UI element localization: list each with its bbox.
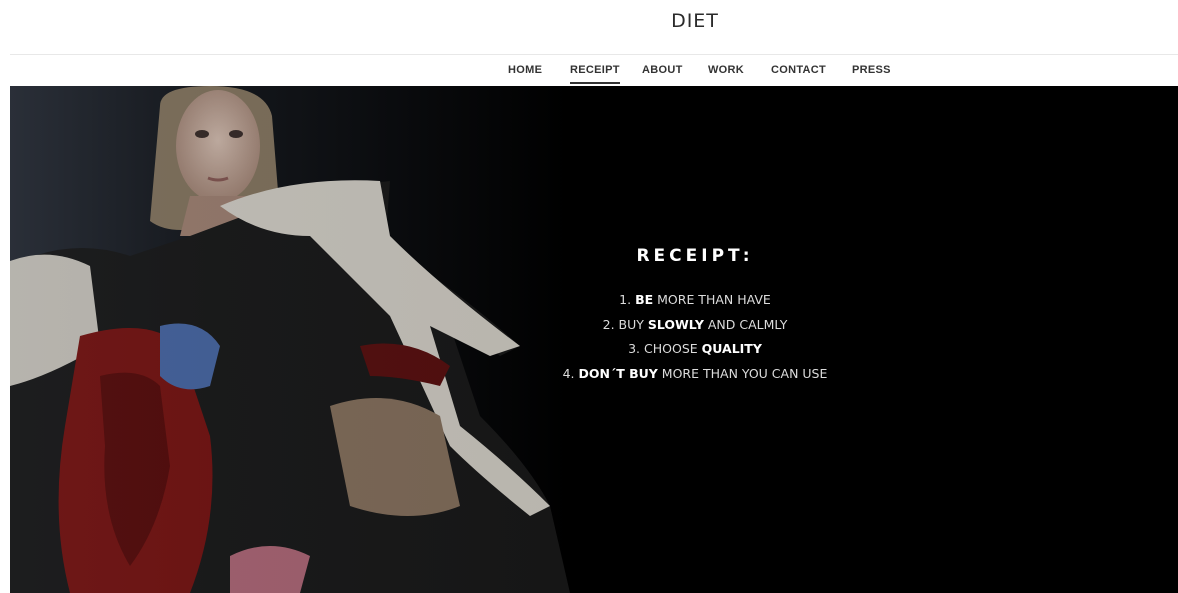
nav-item-press[interactable]: PRESS xyxy=(852,64,891,76)
page: DIET HOME RECEIPT ABOUT WORK CONTACT PRE… xyxy=(0,0,1178,593)
receipt-line-4-pre: 4. xyxy=(562,365,579,381)
receipt-block: RECEIPT: 1. BE MORE THAN HAVE 2. BUY SLO… xyxy=(530,246,860,386)
site-title[interactable]: DIET xyxy=(0,10,1178,32)
receipt-line-3-pre: 3. CHOOSE xyxy=(628,341,702,356)
receipt-line-1-pre: 1. xyxy=(619,292,636,307)
receipt-line-2-post: AND CALMLY xyxy=(703,316,788,332)
hero-section: RECEIPT: 1. BE MORE THAN HAVE 2. BUY SLO… xyxy=(10,86,1178,593)
nav-item-work[interactable]: WORK xyxy=(708,64,744,76)
receipt-line-4-post: MORE THAN YOU CAN USE xyxy=(657,365,828,381)
nav-item-home[interactable]: HOME xyxy=(508,64,542,76)
receipt-line-1: 1. BE MORE THAN HAVE xyxy=(530,288,860,313)
nav-item-about[interactable]: ABOUT xyxy=(642,64,683,76)
receipt-heading: RECEIPT: xyxy=(636,246,754,266)
receipt-line-2-pre: 2. BUY xyxy=(602,316,648,332)
receipt-line-1-post: MORE THAN HAVE xyxy=(653,292,771,307)
nav-item-contact[interactable]: CONTACT xyxy=(771,64,826,76)
receipt-line-4: 4. DON´T BUY MORE THAN YOU CAN USE xyxy=(530,362,860,387)
receipt-line-3: 3. CHOOSE QUALITY xyxy=(530,337,860,362)
receipt-line-4-bold: DON´T BUY xyxy=(578,365,658,381)
main-nav: HOME RECEIPT ABOUT WORK CONTACT PRESS xyxy=(0,55,1178,86)
receipt-line-3-bold: QUALITY xyxy=(701,341,762,356)
nav-item-receipt[interactable]: RECEIPT xyxy=(570,64,620,84)
receipt-line-2: 2. BUY SLOWLY AND CALMLY xyxy=(530,313,860,338)
hero-photo xyxy=(10,86,570,593)
receipt-line-1-bold: BE xyxy=(635,292,654,307)
receipt-line-2-bold: SLOWLY xyxy=(647,316,704,332)
